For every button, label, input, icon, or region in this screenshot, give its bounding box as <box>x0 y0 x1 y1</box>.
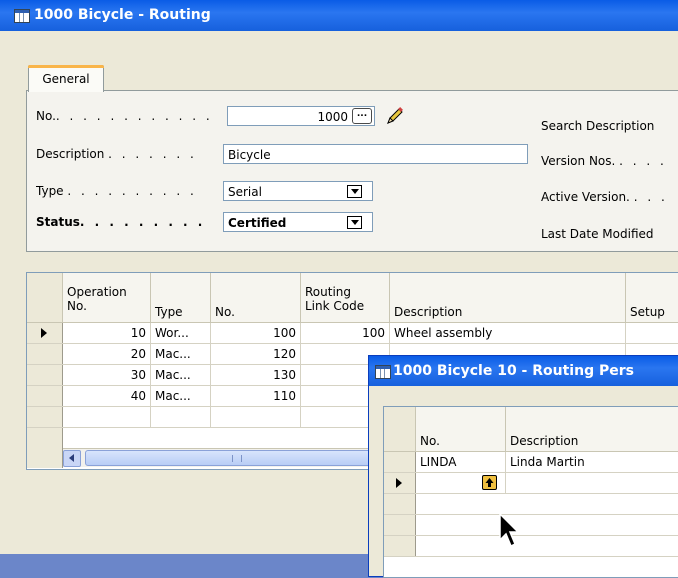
cell-description[interactable]: Linda Martin <box>506 452 678 472</box>
cell-no[interactable]: 100 <box>211 323 301 343</box>
tab-general[interactable]: General <box>28 65 104 92</box>
grid-corner <box>384 407 416 452</box>
cell-no[interactable]: LINDA <box>416 452 506 472</box>
assist-edit-button[interactable]: ... <box>352 108 372 124</box>
row-selector[interactable] <box>27 386 63 406</box>
cell-operation-no[interactable]: 40 <box>63 386 151 406</box>
cell-no[interactable]: 130 <box>211 365 301 385</box>
scroll-thumb[interactable] <box>85 450 385 466</box>
window-icon <box>375 365 391 379</box>
cell-no[interactable] <box>211 407 301 427</box>
cell-description[interactable]: Wheel assembly <box>390 323 626 343</box>
row-selector[interactable] <box>384 473 416 493</box>
col-description[interactable]: Description <box>390 273 626 323</box>
cell-type[interactable]: Mac... <box>151 365 211 385</box>
description-field[interactable]: Bicycle <box>223 144 528 164</box>
cell-operation-no[interactable]: 20 <box>63 344 151 364</box>
dropdown-arrow-icon[interactable] <box>347 185 362 198</box>
cell-operation-no[interactable]: 30 <box>63 365 151 385</box>
cell-description[interactable] <box>506 473 678 493</box>
row-selector[interactable] <box>384 536 416 556</box>
mouse-cursor-icon <box>499 513 520 548</box>
row-selector[interactable] <box>27 344 63 364</box>
cell-no[interactable]: 110 <box>211 386 301 406</box>
window-icon <box>14 9 30 23</box>
last-date-modified-label: Last Date Modified <box>541 227 654 241</box>
no-label: No.. . . . . . . . . . . . <box>36 109 213 123</box>
table-row[interactable] <box>384 494 678 515</box>
type-label: Type . . . . . . . . . . <box>36 184 197 198</box>
cell-type[interactable] <box>151 407 211 427</box>
scroll-left-icon[interactable] <box>63 450 81 467</box>
grid-corner <box>27 273 63 323</box>
lookup-up-arrow-icon[interactable] <box>482 475 497 490</box>
row-selector[interactable] <box>27 428 63 448</box>
active-version-label: Active Version. . . . <box>541 190 668 204</box>
main-window-title: 1000 Bicycle - Routing <box>34 7 211 23</box>
cell-no[interactable]: 120 <box>211 344 301 364</box>
cell-type[interactable]: Mac... <box>151 344 211 364</box>
sub-window-title: 1000 Bicycle 10 - Routing Pers <box>393 363 634 379</box>
col-setup[interactable]: Setup <box>626 273 678 323</box>
col-description[interactable]: Description <box>506 407 678 452</box>
status-label: Status. . . . . . . . . <box>36 215 206 229</box>
row-selector[interactable] <box>384 515 416 535</box>
row-selector[interactable] <box>384 452 416 472</box>
table-row[interactable]: 10 Wor... 100 100 Wheel assembly <box>27 323 678 344</box>
col-type[interactable]: Type <box>151 273 211 323</box>
row-selector[interactable] <box>27 365 63 385</box>
dropdown-arrow-icon[interactable] <box>347 216 362 229</box>
cell-operation-no[interactable] <box>63 407 151 427</box>
cell-no[interactable] <box>416 473 506 493</box>
cell-routing-link-code[interactable]: 100 <box>301 323 390 343</box>
cell-type[interactable]: Mac... <box>151 386 211 406</box>
routing-personnel-window: 1000 Bicycle 10 - Routing Pers No. Descr… <box>368 355 678 578</box>
cell-operation-no[interactable]: 10 <box>63 323 151 343</box>
horizontal-scrollbar[interactable] <box>63 448 393 467</box>
grid-corner-bottom <box>27 448 63 468</box>
description-label: Description . . . . . . . <box>36 147 197 161</box>
version-nos-label: Version Nos. . . . . <box>541 154 667 168</box>
col-operation-no[interactable]: Operation No. <box>63 273 151 323</box>
row-selector[interactable] <box>384 494 416 514</box>
col-no[interactable]: No. <box>211 273 301 323</box>
row-selector[interactable] <box>27 407 63 427</box>
table-row[interactable] <box>384 515 678 536</box>
col-routing-link-code[interactable]: Routing Link Code <box>301 273 390 323</box>
sub-titlebar[interactable]: 1000 Bicycle 10 - Routing Pers <box>369 356 678 386</box>
cell-setup[interactable] <box>626 323 678 343</box>
cell-type[interactable]: Wor... <box>151 323 211 343</box>
row-pointer-icon <box>41 328 47 338</box>
table-row[interactable]: LINDA Linda Martin <box>384 452 678 473</box>
col-no[interactable]: No. <box>416 407 506 452</box>
main-titlebar[interactable]: 1000 Bicycle - Routing <box>0 0 678 31</box>
row-selector[interactable] <box>27 323 63 343</box>
pencil-icon[interactable] <box>384 106 406 126</box>
personnel-grid[interactable]: No. Description LINDA Linda Martin <box>383 406 678 578</box>
row-pointer-icon <box>396 478 402 488</box>
table-row[interactable] <box>384 473 678 494</box>
search-description-label: Search Description <box>541 119 655 133</box>
